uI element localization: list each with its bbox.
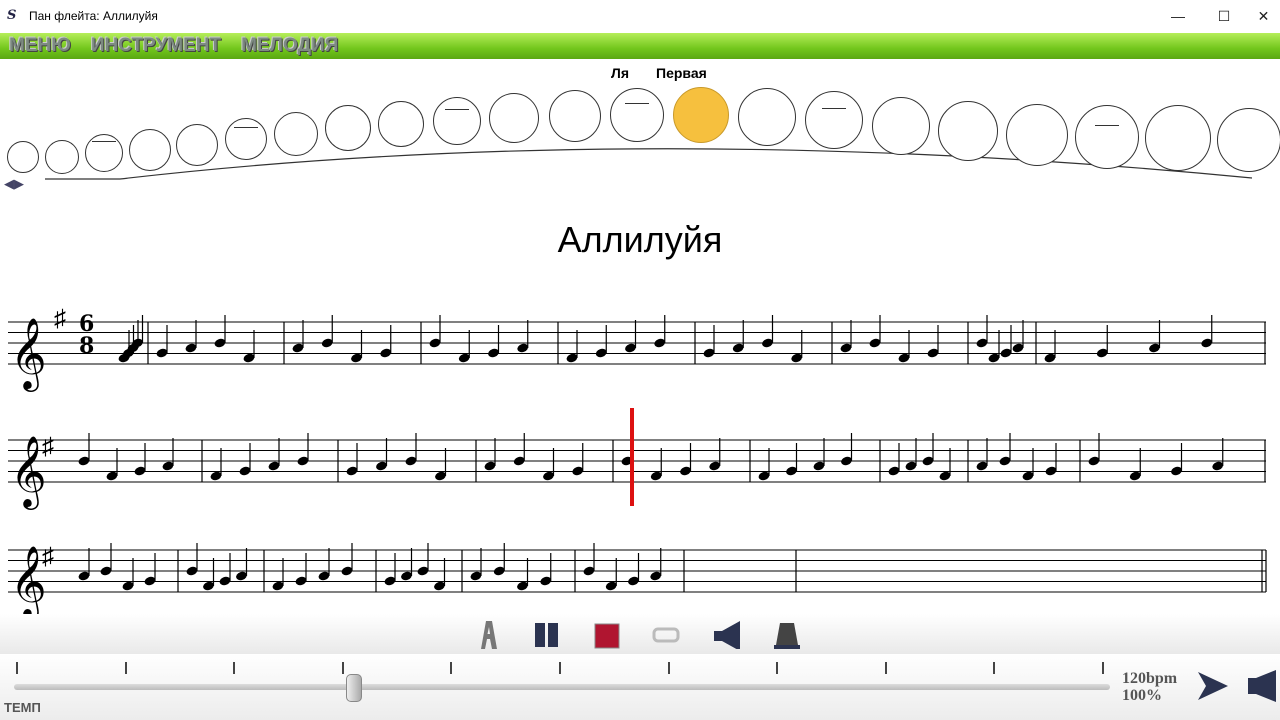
flute-hole[interactable]	[1006, 104, 1068, 166]
tempo-tick	[1102, 662, 1104, 674]
hole-overline	[1095, 125, 1119, 126]
hole-overline	[234, 127, 258, 128]
flute-hole[interactable]	[7, 141, 39, 173]
minimize-button[interactable]: —	[1155, 0, 1201, 32]
flute-hole[interactable]	[1145, 105, 1211, 171]
bpm-value: 120bpm	[1122, 670, 1178, 687]
tempo-tick	[341, 662, 344, 674]
hole-overline	[445, 109, 469, 110]
tempo-tick	[776, 662, 779, 674]
flute-hole[interactable]	[325, 105, 371, 151]
title-bar: S Пан флейта: Аллилуйя — ☐ ✕	[0, 0, 1280, 32]
menu-melody[interactable]: МЕЛОДИЯ	[241, 35, 338, 57]
menu-bar: МЕНЮ ИНСТРУМЕНТ МЕЛОДИЯ	[0, 33, 1280, 59]
app-icon: S	[7, 8, 17, 23]
flute-hole[interactable]	[45, 140, 79, 174]
sheet-music: Аллилуйя 𝄞 𝄞 ♯ 𝄞 ♯ 6 8 ♯	[0, 209, 1280, 614]
tempo-tick	[884, 662, 887, 674]
key-signature: ♯	[42, 543, 54, 570]
tempo-slider-track[interactable]	[14, 684, 1110, 690]
flute-hole[interactable]	[673, 87, 729, 143]
scroll-arrows[interactable]: ◀▶	[4, 176, 24, 192]
play-icon[interactable]	[1196, 670, 1230, 702]
repeat-icon[interactable]	[652, 619, 682, 649]
flute-hole[interactable]	[176, 124, 218, 166]
flute-hole[interactable]	[872, 97, 930, 155]
time-sig-bottom: 8	[79, 333, 95, 359]
treble-clef: 𝄞	[10, 316, 47, 392]
hole-overline	[625, 103, 649, 104]
font-icon[interactable]	[473, 619, 503, 649]
tempo-tick	[124, 662, 127, 674]
staves: 𝄞𝄞♯𝄞♯	[8, 315, 1267, 614]
flute-hole[interactable]	[1217, 108, 1280, 172]
metronome-icon[interactable]	[772, 619, 802, 649]
flute-hole[interactable]	[738, 88, 796, 146]
tempo-percent: 100%	[1122, 687, 1162, 704]
flute-hole[interactable]	[1075, 105, 1139, 169]
hole-overline	[92, 141, 116, 142]
flute-hole[interactable]	[549, 90, 601, 142]
flute-hole[interactable]	[489, 93, 539, 143]
tempo-tick	[559, 662, 561, 674]
menu-menu[interactable]: МЕНЮ	[9, 35, 71, 57]
tempo-tick	[233, 662, 236, 674]
flute-hole[interactable]	[378, 101, 424, 147]
flute-hole[interactable]	[274, 112, 318, 156]
flute-hole[interactable]	[610, 88, 664, 142]
tempo-slider-thumb[interactable]	[346, 674, 362, 702]
tempo-tick	[450, 662, 453, 674]
tempo-readout: 120bpm 100%	[1122, 670, 1177, 704]
flute-hole[interactable]	[85, 134, 123, 172]
stop-icon[interactable]	[592, 619, 622, 649]
window-title: Пан флейта: Аллилуйя	[29, 9, 158, 23]
tempo-label: ТЕМП	[4, 700, 41, 715]
playback-toolbar	[0, 614, 1280, 654]
key-signature: ♯	[42, 433, 54, 460]
flute-hole[interactable]	[938, 101, 998, 161]
key-signature: ♯	[54, 305, 66, 332]
flute-hole[interactable]	[433, 97, 481, 145]
speaker-icon[interactable]	[1246, 668, 1280, 704]
hole-overline	[822, 108, 846, 109]
close-button[interactable]: ✕	[1247, 0, 1280, 32]
pan-flute: Ля Первая ◀▶	[0, 59, 1280, 209]
menu-instrument[interactable]: ИНСТРУМЕНТ	[91, 35, 221, 57]
flute-hole[interactable]	[225, 118, 267, 160]
maximize-button[interactable]: ☐	[1201, 0, 1247, 32]
pause-icon[interactable]	[532, 619, 562, 649]
tempo-tick	[16, 662, 18, 674]
flute-hole[interactable]	[129, 129, 171, 171]
tempo-tick	[993, 662, 996, 674]
volume-icon[interactable]	[712, 619, 742, 649]
tempo-panel: ТЕМП 120bpm 100%	[0, 654, 1280, 720]
tempo-tick	[667, 662, 670, 674]
flute-hole[interactable]	[805, 91, 863, 149]
